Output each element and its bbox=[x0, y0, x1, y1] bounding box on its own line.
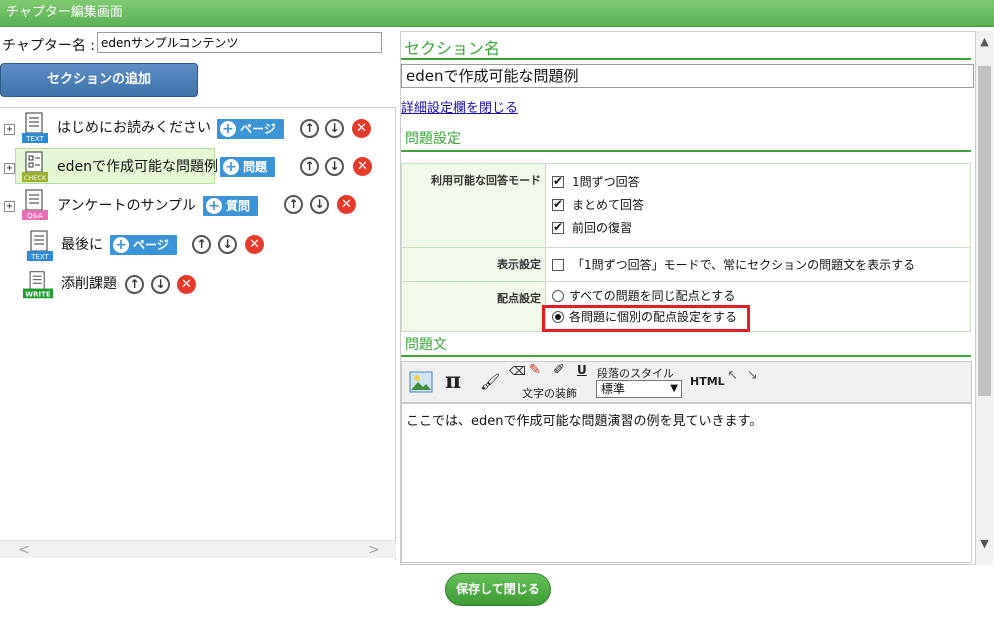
move-up-icon[interactable]: ↑ bbox=[192, 235, 211, 254]
answer-mode-checkbox[interactable] bbox=[552, 220, 564, 234]
text-doc-icon: TEXT bbox=[22, 112, 48, 143]
expand-toggle[interactable]: + bbox=[4, 124, 15, 135]
delete-icon[interactable]: ✕ bbox=[352, 119, 371, 138]
tree-node-label[interactable]: アンケートのサンプル bbox=[57, 195, 196, 215]
display-question-checkbox[interactable] bbox=[552, 258, 564, 271]
qa-doc-icon: Q&A bbox=[22, 189, 48, 220]
move-down-icon[interactable]: ↓ bbox=[218, 235, 237, 254]
svg-text:CHECK: CHECK bbox=[24, 174, 47, 182]
eraser-icon[interactable]: ⌫ bbox=[509, 364, 526, 378]
text-doc-icon: TEXT bbox=[27, 230, 53, 261]
underline-icon[interactable]: U bbox=[577, 363, 587, 377]
scroll-right-icon[interactable]: > bbox=[368, 541, 380, 559]
vertical-scrollbar[interactable]: ▲ ▼ bbox=[976, 31, 993, 565]
delete-icon[interactable]: ✕ bbox=[245, 235, 264, 254]
window-title: チャプター編集画面 bbox=[0, 0, 994, 27]
html-mode-button[interactable]: HTML bbox=[690, 375, 725, 388]
move-up-icon[interactable]: ↑ bbox=[300, 157, 319, 176]
plus-icon: + bbox=[113, 237, 129, 253]
scroll-up-icon[interactable]: ▲ bbox=[976, 35, 993, 48]
scroll-down-icon[interactable]: ▼ bbox=[976, 537, 993, 550]
svg-text:Q&A: Q&A bbox=[27, 212, 43, 220]
add-page-button[interactable]: + ページ bbox=[110, 235, 177, 255]
highlighter-icon[interactable]: ✎ bbox=[529, 362, 541, 378]
move-down-icon[interactable]: ↓ bbox=[310, 195, 329, 214]
write-doc-icon: WRITE bbox=[23, 271, 53, 298]
heading-divider bbox=[401, 150, 971, 152]
add-page-button[interactable]: + ページ bbox=[217, 119, 284, 139]
answer-mode-checkbox[interactable] bbox=[552, 197, 564, 211]
scroll-left-icon[interactable]: < bbox=[18, 541, 30, 559]
editor-toolbar: π 🖌 ⌫ ✎ ✐ U 文字の装飾 段落のスタイル HTML ↖ ↘ bbox=[401, 361, 972, 403]
plus-icon: + bbox=[206, 198, 222, 214]
question-body-editor[interactable]: ここでは、edenで作成可能な問題演習の例を見ていきます。 bbox=[401, 403, 972, 563]
move-up-icon[interactable]: ↑ bbox=[284, 195, 303, 214]
move-down-icon[interactable]: ↓ bbox=[151, 275, 170, 294]
scoring-setting-label: 配点設定 bbox=[401, 281, 546, 332]
add-section-button[interactable]: セクションの追加 bbox=[0, 63, 198, 97]
chapter-name-input[interactable] bbox=[97, 32, 382, 53]
decoration-label: 文字の装飾 bbox=[522, 387, 577, 400]
check-doc-icon: CHECK bbox=[22, 151, 48, 182]
horizontal-scrollbar[interactable]: < > bbox=[0, 540, 396, 558]
save-and-close-button[interactable]: 保存して閉じる bbox=[445, 573, 551, 606]
delete-icon[interactable]: ✕ bbox=[177, 275, 196, 294]
section-name-field[interactable]: edenで作成可能な問題例 bbox=[401, 64, 974, 88]
collapse-details-link[interactable]: 詳細設定欄を閉じる bbox=[401, 97, 518, 116]
plus-icon: + bbox=[223, 159, 239, 175]
svg-text:TEXT: TEXT bbox=[25, 135, 44, 143]
expand-toggle[interactable]: + bbox=[4, 201, 15, 212]
tree-node-label[interactable]: edenで作成可能な問題例 bbox=[57, 156, 218, 176]
scroll-thumb[interactable] bbox=[978, 66, 991, 396]
plus-icon: + bbox=[220, 121, 236, 137]
tree-node-label[interactable]: 添削課題 bbox=[61, 273, 117, 293]
svg-text:WRITE: WRITE bbox=[25, 289, 51, 298]
chapter-name-label: チャプター名 : bbox=[2, 38, 96, 54]
display-setting-label: 表示設定 bbox=[401, 247, 546, 282]
chevron-down-icon: ▼ bbox=[670, 383, 678, 394]
svg-text:TEXT: TEXT bbox=[30, 253, 49, 261]
heading-divider bbox=[401, 355, 971, 357]
collapse-icon[interactable]: ↘ bbox=[747, 368, 758, 383]
highlight-box bbox=[542, 305, 750, 332]
delete-icon[interactable]: ✕ bbox=[337, 195, 356, 214]
scoring-radio[interactable] bbox=[552, 289, 564, 302]
move-up-icon[interactable]: ↑ bbox=[300, 119, 319, 138]
answer-mode-label: 利用可能な回答モード bbox=[401, 163, 546, 248]
tree-node-label[interactable]: はじめにお読みください bbox=[57, 117, 211, 137]
move-up-icon[interactable]: ↑ bbox=[125, 275, 144, 294]
answer-mode-checkbox[interactable] bbox=[552, 174, 564, 188]
expand-toggle[interactable]: + bbox=[4, 163, 15, 174]
pen-icon[interactable]: ✐ bbox=[553, 362, 565, 378]
tree-node-label[interactable]: 最後に bbox=[61, 234, 103, 254]
expand-icon[interactable]: ↖ bbox=[727, 368, 738, 383]
image-icon[interactable] bbox=[409, 371, 433, 393]
add-question-button[interactable]: + 問題 bbox=[220, 157, 276, 177]
paragraph-style-label: 段落のスタイル bbox=[597, 367, 674, 380]
delete-icon[interactable]: ✕ bbox=[353, 157, 372, 176]
paragraph-style-select[interactable]: 標準 ▼ bbox=[596, 380, 682, 398]
brush-icon[interactable]: 🖌 bbox=[480, 372, 500, 391]
math-pi-icon[interactable]: π bbox=[445, 368, 461, 394]
question-settings-heading: 問題設定 bbox=[405, 131, 461, 147]
move-down-icon[interactable]: ↓ bbox=[325, 157, 344, 176]
heading-divider bbox=[401, 58, 971, 60]
section-name-heading: セクション名 bbox=[404, 39, 501, 58]
add-survey-question-button[interactable]: + 質問 bbox=[203, 196, 259, 216]
question-body-heading: 問題文 bbox=[405, 337, 447, 353]
move-down-icon[interactable]: ↓ bbox=[325, 119, 344, 138]
